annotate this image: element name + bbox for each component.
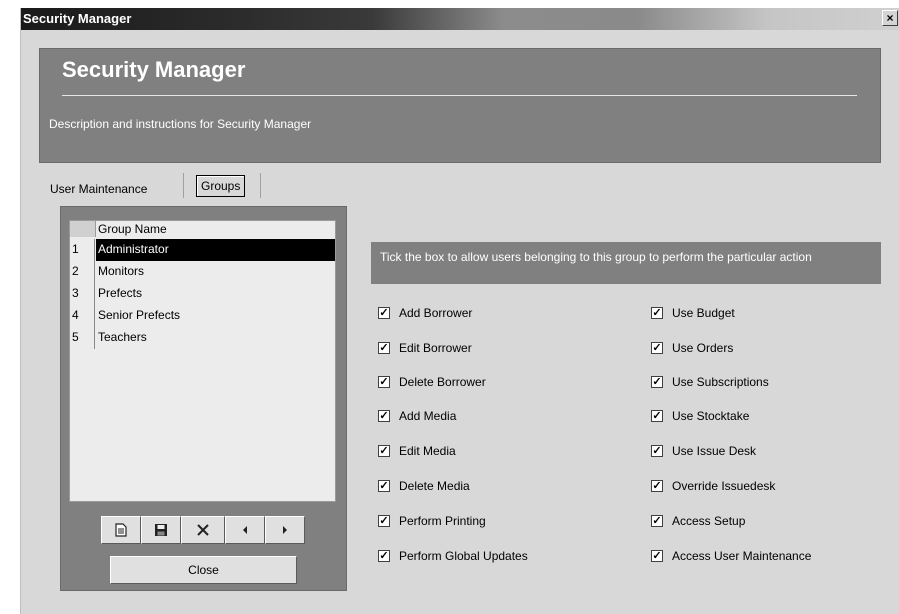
save-icon — [154, 523, 168, 537]
row-number: 3 — [72, 286, 79, 300]
permission-label: Add Media — [399, 409, 457, 423]
permission-label: Add Borrower — [399, 306, 473, 320]
row-divider — [94, 327, 95, 349]
permission-use-issue-desk[interactable]: ✓ Use Issue Desk — [651, 444, 756, 458]
groups-grid[interactable]: Group Name 1 Administrator 2 Monitors 3 … — [69, 220, 336, 502]
window-close-button[interactable]: × — [882, 10, 898, 26]
permission-use-orders[interactable]: ✓ Use Orders — [651, 341, 733, 355]
tab-divider — [183, 173, 184, 198]
close-button[interactable]: Close — [110, 556, 297, 584]
title-bar[interactable]: Security Manager × — [21, 8, 899, 30]
checkbox[interactable]: ✓ — [378, 515, 390, 527]
window-title: Security Manager — [23, 11, 132, 26]
row-number: 5 — [72, 330, 79, 344]
checkbox[interactable]: ✓ — [651, 376, 663, 388]
permission-override-issuedesk[interactable]: ✓ Override Issuedesk — [651, 479, 775, 493]
permission-label: Edit Borrower — [399, 341, 472, 355]
table-row[interactable]: 4 Senior Prefects — [70, 305, 335, 327]
previous-button[interactable] — [225, 516, 265, 544]
permission-delete-media[interactable]: ✓ Delete Media — [378, 479, 470, 493]
header-panel: Security Manager Description and instruc… — [39, 48, 881, 163]
permission-edit-borrower[interactable]: ✓ Edit Borrower — [378, 341, 472, 355]
permission-label: Edit Media — [399, 444, 456, 458]
checkbox[interactable]: ✓ — [651, 480, 663, 492]
grid-corner-cell[interactable] — [70, 221, 96, 237]
permission-use-subscriptions[interactable]: ✓ Use Subscriptions — [651, 375, 769, 389]
tab-divider — [260, 173, 261, 198]
checkbox[interactable]: ✓ — [378, 445, 390, 457]
checkbox[interactable]: ✓ — [651, 515, 663, 527]
row-divider — [94, 283, 95, 305]
permission-label: Delete Borrower — [399, 375, 486, 389]
permission-label: Use Issue Desk — [672, 444, 757, 458]
checkbox[interactable]: ✓ — [378, 480, 390, 492]
checkbox[interactable]: ✓ — [378, 307, 390, 319]
new-button[interactable] — [101, 516, 141, 544]
row-number: 1 — [72, 242, 79, 256]
checkbox[interactable]: ✓ — [651, 307, 663, 319]
permission-edit-media[interactable]: ✓ Edit Media — [378, 444, 456, 458]
row-divider — [94, 239, 95, 261]
permission-use-stocktake[interactable]: ✓ Use Stocktake — [651, 409, 749, 423]
permission-label: Override Issuedesk — [672, 479, 776, 493]
permission-delete-borrower[interactable]: ✓ Delete Borrower — [378, 375, 486, 389]
instruction-banner: Tick the box to allow users belonging to… — [371, 242, 881, 284]
next-icon — [281, 525, 289, 535]
row-divider — [94, 261, 95, 283]
new-document-icon — [115, 523, 127, 537]
column-header-group-name[interactable]: Group Name — [98, 222, 167, 236]
page-title: Security Manager — [62, 57, 246, 82]
table-row[interactable]: 3 Prefects — [70, 283, 335, 305]
save-button[interactable] — [141, 516, 181, 544]
group-name: Administrator — [98, 242, 169, 256]
permission-label: Use Subscriptions — [672, 375, 769, 389]
permission-perform-printing[interactable]: ✓ Perform Printing — [378, 514, 486, 528]
checkbox[interactable]: ✓ — [378, 342, 390, 354]
permission-perform-global-updates[interactable]: ✓ Perform Global Updates — [378, 549, 528, 563]
group-name: Teachers — [98, 330, 147, 344]
permission-add-borrower[interactable]: ✓ Add Borrower — [378, 306, 472, 320]
checkbox[interactable]: ✓ — [651, 342, 663, 354]
tab-user-maintenance[interactable]: User Maintenance — [50, 182, 147, 196]
next-button[interactable] — [265, 516, 305, 544]
permission-access-setup[interactable]: ✓ Access Setup — [651, 514, 745, 528]
row-divider — [94, 305, 95, 327]
permission-label: Use Stocktake — [672, 409, 750, 423]
permission-label: Use Budget — [672, 306, 735, 320]
checkbox[interactable]: ✓ — [378, 410, 390, 422]
permission-label: Access Setup — [672, 514, 746, 528]
permission-access-user-maintenance[interactable]: ✓ Access User Maintenance — [651, 549, 811, 563]
checkbox[interactable]: ✓ — [651, 445, 663, 457]
table-row[interactable]: 2 Monitors — [70, 261, 335, 283]
row-number: 2 — [72, 264, 79, 278]
table-row[interactable]: 5 Teachers — [70, 327, 335, 349]
permission-label: Delete Media — [399, 479, 470, 493]
permission-label: Perform Printing — [399, 514, 486, 528]
permission-label: Use Orders — [672, 341, 734, 355]
tab-groups[interactable]: Groups — [196, 175, 246, 197]
permission-label: Access User Maintenance — [672, 549, 812, 563]
checkbox[interactable]: ✓ — [651, 410, 663, 422]
table-row[interactable]: 1 Administrator — [70, 239, 335, 261]
header-divider — [62, 95, 857, 96]
group-name: Senior Prefects — [98, 308, 181, 322]
row-number: 4 — [72, 308, 79, 322]
checkbox[interactable]: ✓ — [651, 550, 663, 562]
previous-icon — [241, 525, 249, 535]
permission-use-budget[interactable]: ✓ Use Budget — [651, 306, 735, 320]
security-manager-window: Security Manager × Security Manager Desc… — [20, 8, 899, 614]
close-icon: × — [886, 11, 894, 25]
checkbox[interactable]: ✓ — [378, 376, 390, 388]
group-name: Monitors — [98, 264, 145, 278]
header-description: Description and instructions for Securit… — [49, 117, 312, 131]
delete-button[interactable] — [181, 516, 225, 544]
grid-header: Group Name — [70, 221, 335, 237]
checkbox[interactable]: ✓ — [378, 550, 390, 562]
group-name: Prefects — [98, 286, 143, 300]
delete-icon — [196, 523, 210, 537]
permission-label: Perform Global Updates — [399, 549, 528, 563]
permission-add-media[interactable]: ✓ Add Media — [378, 409, 456, 423]
